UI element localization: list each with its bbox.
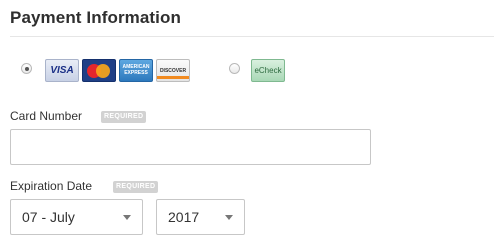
- amex-logo: AMERICAN EXPRESS: [119, 59, 153, 82]
- amex-logo-text: AMERICAN EXPRESS: [122, 64, 150, 76]
- expiration-date-required-badge: REQUIRED: [113, 181, 159, 193]
- discover-logo: DISCOVER: [156, 59, 190, 82]
- mastercard-logo: [82, 59, 116, 82]
- echeck-radio[interactable]: [229, 63, 240, 74]
- card-number-required-badge: REQUIRED: [101, 111, 147, 123]
- mastercard-orange-circle: [96, 64, 110, 78]
- expiration-year-select[interactable]: 2017: [156, 199, 245, 235]
- expiration-year-value: 2017: [168, 209, 200, 225]
- chevron-down-icon: [123, 215, 131, 220]
- expiration-month-value: 07 - July: [22, 209, 75, 225]
- visa-logo: VISA: [45, 59, 79, 82]
- echeck-logo: eCheck: [251, 59, 285, 82]
- visa-logo-text: VISA: [50, 65, 74, 76]
- echeck-logo-text: eCheck: [254, 66, 282, 75]
- expiration-month-select[interactable]: 07 - July: [10, 199, 143, 235]
- discover-stripe: [157, 76, 189, 79]
- expiration-date-label: Expiration Date: [10, 179, 93, 193]
- section-title: Payment Information: [10, 8, 181, 27]
- credit-card-radio[interactable]: [21, 63, 32, 74]
- discover-logo-text: DISCOVER: [159, 68, 187, 74]
- card-number-label: Card Number: [10, 109, 83, 123]
- chevron-down-icon: [225, 215, 233, 220]
- title-divider: [10, 36, 494, 37]
- card-number-input[interactable]: [10, 129, 371, 165]
